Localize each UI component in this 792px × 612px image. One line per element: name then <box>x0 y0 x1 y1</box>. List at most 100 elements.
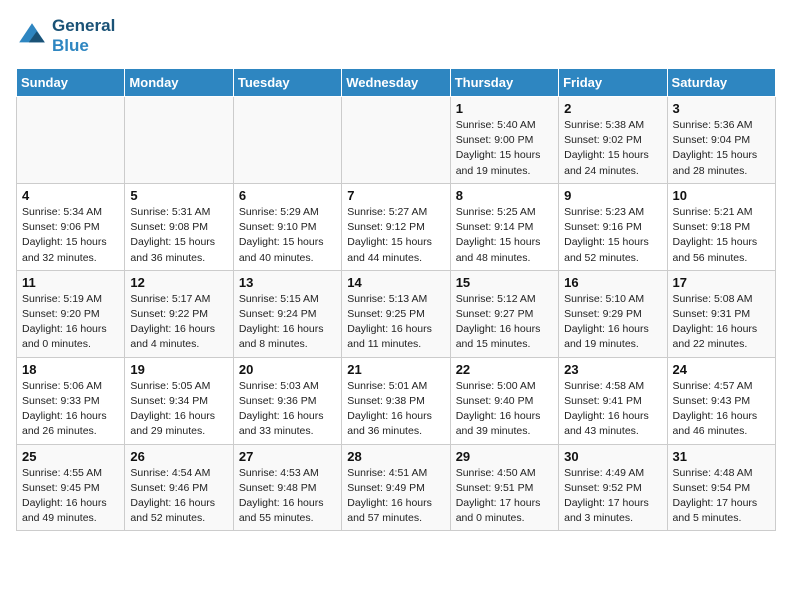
day-number: 28 <box>347 449 444 464</box>
day-number: 18 <box>22 362 119 377</box>
day-info: Sunrise: 5:08 AM Sunset: 9:31 PM Dayligh… <box>673 292 770 353</box>
day-number: 17 <box>673 275 770 290</box>
day-number: 21 <box>347 362 444 377</box>
calendar-cell: 13 Sunrise: 5:15 AM Sunset: 9:24 PM Dayli… <box>233 270 341 357</box>
day-info: Sunrise: 4:53 AM Sunset: 9:48 PM Dayligh… <box>239 466 336 527</box>
day-number: 25 <box>22 449 119 464</box>
calendar-cell: 9 Sunrise: 5:23 AM Sunset: 9:16 PM Daylig… <box>559 183 667 270</box>
calendar-cell: 18 Sunrise: 5:06 AM Sunset: 9:33 PM Dayli… <box>17 357 125 444</box>
weekday-header: Monday <box>125 69 233 97</box>
weekday-header: Sunday <box>17 69 125 97</box>
calendar-cell <box>17 97 125 184</box>
weekday-header: Wednesday <box>342 69 450 97</box>
day-number: 13 <box>239 275 336 290</box>
day-info: Sunrise: 5:29 AM Sunset: 9:10 PM Dayligh… <box>239 205 336 266</box>
logo-icon <box>16 20 48 52</box>
calendar-cell: 7 Sunrise: 5:27 AM Sunset: 9:12 PM Daylig… <box>342 183 450 270</box>
day-number: 2 <box>564 101 661 116</box>
day-number: 6 <box>239 188 336 203</box>
calendar-cell: 28 Sunrise: 4:51 AM Sunset: 9:49 PM Dayli… <box>342 444 450 531</box>
calendar-cell: 3 Sunrise: 5:36 AM Sunset: 9:04 PM Daylig… <box>667 97 775 184</box>
calendar-cell: 6 Sunrise: 5:29 AM Sunset: 9:10 PM Daylig… <box>233 183 341 270</box>
day-number: 4 <box>22 188 119 203</box>
day-number: 20 <box>239 362 336 377</box>
calendar-week-row: 25 Sunrise: 4:55 AM Sunset: 9:45 PM Dayli… <box>17 444 776 531</box>
day-number: 12 <box>130 275 227 290</box>
day-number: 14 <box>347 275 444 290</box>
calendar-cell: 23Sunrise: 4:58 AM Sunset: 9:41 PM Dayli… <box>559 357 667 444</box>
calendar-cell: 21 Sunrise: 5:01 AM Sunset: 9:38 PM Dayli… <box>342 357 450 444</box>
day-number: 15 <box>456 275 553 290</box>
day-number: 8 <box>456 188 553 203</box>
day-number: 9 <box>564 188 661 203</box>
day-info: Sunrise: 5:34 AM Sunset: 9:06 PM Dayligh… <box>22 205 119 266</box>
calendar-cell: 31Sunrise: 4:48 AM Sunset: 9:54 PM Dayli… <box>667 444 775 531</box>
day-info: Sunrise: 5:38 AM Sunset: 9:02 PM Dayligh… <box>564 118 661 179</box>
day-info: Sunrise: 4:49 AM Sunset: 9:52 PM Dayligh… <box>564 466 661 527</box>
day-info: Sunrise: 5:19 AM Sunset: 9:20 PM Dayligh… <box>22 292 119 353</box>
calendar-cell: 20 Sunrise: 5:03 AM Sunset: 9:36 PM Dayli… <box>233 357 341 444</box>
calendar-cell: 30 Sunrise: 4:49 AM Sunset: 9:52 PM Dayli… <box>559 444 667 531</box>
calendar-cell: 15 Sunrise: 5:12 AM Sunset: 9:27 PM Dayli… <box>450 270 558 357</box>
calendar-week-row: 1 Sunrise: 5:40 AM Sunset: 9:00 PM Daylig… <box>17 97 776 184</box>
day-number: 10 <box>673 188 770 203</box>
day-number: 1 <box>456 101 553 116</box>
day-info: Sunrise: 5:03 AM Sunset: 9:36 PM Dayligh… <box>239 379 336 440</box>
calendar-cell: 4 Sunrise: 5:34 AM Sunset: 9:06 PM Daylig… <box>17 183 125 270</box>
calendar-week-row: 4 Sunrise: 5:34 AM Sunset: 9:06 PM Daylig… <box>17 183 776 270</box>
day-info: Sunrise: 4:58 AM Sunset: 9:41 PM Dayligh… <box>564 379 661 440</box>
day-info: Sunrise: 5:17 AM Sunset: 9:22 PM Dayligh… <box>130 292 227 353</box>
day-info: Sunrise: 5:31 AM Sunset: 9:08 PM Dayligh… <box>130 205 227 266</box>
day-info: Sunrise: 5:00 AM Sunset: 9:40 PM Dayligh… <box>456 379 553 440</box>
weekday-header: Friday <box>559 69 667 97</box>
calendar-cell: 11Sunrise: 5:19 AM Sunset: 9:20 PM Dayli… <box>17 270 125 357</box>
day-info: Sunrise: 4:57 AM Sunset: 9:43 PM Dayligh… <box>673 379 770 440</box>
day-info: Sunrise: 5:06 AM Sunset: 9:33 PM Dayligh… <box>22 379 119 440</box>
calendar-cell: 17 Sunrise: 5:08 AM Sunset: 9:31 PM Dayli… <box>667 270 775 357</box>
header-row: SundayMondayTuesdayWednesdayThursdayFrid… <box>17 69 776 97</box>
calendar-cell: 25 Sunrise: 4:55 AM Sunset: 9:45 PM Dayli… <box>17 444 125 531</box>
day-info: Sunrise: 5:01 AM Sunset: 9:38 PM Dayligh… <box>347 379 444 440</box>
calendar-table: SundayMondayTuesdayWednesdayThursdayFrid… <box>16 68 776 531</box>
day-info: Sunrise: 5:40 AM Sunset: 9:00 PM Dayligh… <box>456 118 553 179</box>
day-info: Sunrise: 5:10 AM Sunset: 9:29 PM Dayligh… <box>564 292 661 353</box>
calendar-cell: 29Sunrise: 4:50 AM Sunset: 9:51 PM Dayli… <box>450 444 558 531</box>
calendar-cell: 2 Sunrise: 5:38 AM Sunset: 9:02 PM Daylig… <box>559 97 667 184</box>
day-number: 26 <box>130 449 227 464</box>
calendar-cell: 26 Sunrise: 4:54 AM Sunset: 9:46 PM Dayli… <box>125 444 233 531</box>
calendar-cell: 24Sunrise: 4:57 AM Sunset: 9:43 PM Dayli… <box>667 357 775 444</box>
day-number: 27 <box>239 449 336 464</box>
day-info: Sunrise: 4:51 AM Sunset: 9:49 PM Dayligh… <box>347 466 444 527</box>
day-info: Sunrise: 5:15 AM Sunset: 9:24 PM Dayligh… <box>239 292 336 353</box>
calendar-cell <box>233 97 341 184</box>
day-info: Sunrise: 5:12 AM Sunset: 9:27 PM Dayligh… <box>456 292 553 353</box>
day-info: Sunrise: 5:21 AM Sunset: 9:18 PM Dayligh… <box>673 205 770 266</box>
day-number: 22 <box>456 362 553 377</box>
weekday-header: Tuesday <box>233 69 341 97</box>
calendar-cell: 27 Sunrise: 4:53 AM Sunset: 9:48 PM Dayli… <box>233 444 341 531</box>
calendar-cell: 12 Sunrise: 5:17 AM Sunset: 9:22 PM Dayli… <box>125 270 233 357</box>
day-number: 5 <box>130 188 227 203</box>
day-number: 3 <box>673 101 770 116</box>
day-number: 29 <box>456 449 553 464</box>
day-info: Sunrise: 5:25 AM Sunset: 9:14 PM Dayligh… <box>456 205 553 266</box>
day-number: 16 <box>564 275 661 290</box>
calendar-cell: 5 Sunrise: 5:31 AM Sunset: 9:08 PM Daylig… <box>125 183 233 270</box>
weekday-header: Saturday <box>667 69 775 97</box>
day-info: Sunrise: 5:13 AM Sunset: 9:25 PM Dayligh… <box>347 292 444 353</box>
day-info: Sunrise: 4:55 AM Sunset: 9:45 PM Dayligh… <box>22 466 119 527</box>
calendar-cell: 1 Sunrise: 5:40 AM Sunset: 9:00 PM Daylig… <box>450 97 558 184</box>
day-info: Sunrise: 5:05 AM Sunset: 9:34 PM Dayligh… <box>130 379 227 440</box>
calendar-week-row: 11Sunrise: 5:19 AM Sunset: 9:20 PM Dayli… <box>17 270 776 357</box>
day-info: Sunrise: 4:48 AM Sunset: 9:54 PM Dayligh… <box>673 466 770 527</box>
day-number: 7 <box>347 188 444 203</box>
day-info: Sunrise: 5:23 AM Sunset: 9:16 PM Dayligh… <box>564 205 661 266</box>
calendar-cell: 10 Sunrise: 5:21 AM Sunset: 9:18 PM Dayli… <box>667 183 775 270</box>
day-info: Sunrise: 5:36 AM Sunset: 9:04 PM Dayligh… <box>673 118 770 179</box>
day-info: Sunrise: 4:54 AM Sunset: 9:46 PM Dayligh… <box>130 466 227 527</box>
day-number: 19 <box>130 362 227 377</box>
calendar-cell: 16 Sunrise: 5:10 AM Sunset: 9:29 PM Dayli… <box>559 270 667 357</box>
day-info: Sunrise: 5:27 AM Sunset: 9:12 PM Dayligh… <box>347 205 444 266</box>
logo: General Blue <box>16 16 115 56</box>
day-number: 30 <box>564 449 661 464</box>
